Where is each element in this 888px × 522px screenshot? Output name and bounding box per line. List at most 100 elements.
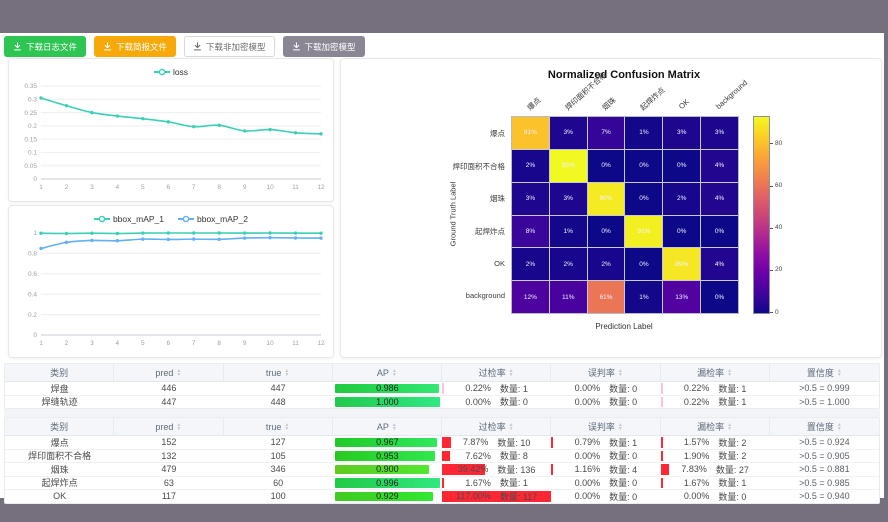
legend-line-icon: [178, 215, 194, 223]
over-rate-cell: 7.62%数量: 8: [442, 450, 551, 464]
ap-bar-wrap: 0.967: [335, 438, 440, 448]
svg-text:0.15: 0.15: [24, 136, 37, 143]
ap-value: 1.000: [335, 397, 440, 407]
column-header-漏检率[interactable]: 漏检率▲▼: [661, 364, 770, 382]
loss-chart-legend: loss: [9, 59, 333, 79]
matrix-col-label: background: [714, 78, 749, 111]
column-header-误判率[interactable]: 误判率▲▼: [551, 418, 660, 436]
column-header-label: 误判率: [588, 420, 615, 433]
column-header-AP[interactable]: AP▲▼: [333, 418, 442, 436]
rate-pct: 0.00%: [575, 383, 601, 393]
sort-icon: ▲▼: [837, 423, 842, 431]
misjudge-rate-cell: 1.16%数量: 4: [551, 463, 660, 477]
ap-cell: 0.967: [333, 436, 442, 450]
ap-bar-wrap: 0.953: [335, 451, 440, 461]
button-label: 下载加密模型: [305, 41, 356, 53]
matrix-row-label: 起焊炸点: [341, 226, 505, 237]
download-icon: [292, 42, 301, 51]
pred-cell: 117: [114, 490, 223, 503]
download-icon: [13, 42, 22, 51]
rate-text: 0.22%数量: 1: [465, 382, 528, 395]
column-header-过检率[interactable]: 过检率▲▼: [442, 418, 551, 436]
sort-icon: ▲▼: [509, 369, 514, 377]
matrix-cell: 3%: [701, 117, 738, 149]
matrix-col-label: 起焊炸点: [637, 85, 667, 113]
true-cell: 447: [224, 382, 333, 396]
column-header-true[interactable]: true▲▼: [224, 418, 333, 436]
rate-count: 数量: 0: [500, 396, 528, 409]
column-header-label: 误判率: [588, 366, 615, 379]
ap-bar-wrap: 0.986: [335, 384, 440, 394]
dashboard-page: 下载日志文件下载简报文件下载非加密模型下载加密模型 loss00.050.10.…: [0, 33, 884, 498]
legend-item-bbox_mAP_1[interactable]: bbox_mAP_1: [94, 214, 164, 224]
column-header-置信度[interactable]: 置信度▲▼: [770, 418, 879, 436]
miss-rate-cell: 1.67%数量: 1: [661, 477, 770, 491]
column-header-pred[interactable]: pred▲▼: [114, 364, 223, 382]
svg-text:8: 8: [217, 340, 221, 347]
table-header-row: 类别pred▲▼true▲▼AP▲▼过检率▲▼误判率▲▼漏检率▲▼置信度▲▼: [5, 364, 879, 382]
svg-text:8: 8: [217, 184, 221, 191]
true-cell: 127: [224, 436, 333, 450]
column-header-误判率[interactable]: 误判率▲▼: [551, 364, 660, 382]
legend-item-loss[interactable]: loss: [154, 67, 188, 77]
rate-pct: 0.00%: [465, 397, 491, 407]
rate-pct: 0.79%: [575, 437, 601, 447]
rate-text: 7.62%数量: 8: [465, 450, 528, 463]
rate-count: 数量: 117: [500, 490, 537, 503]
button-label: 下载简报文件: [116, 41, 167, 53]
over-rate-cell: 39.42%数量: 136: [442, 463, 551, 477]
ap-value: 0.967: [335, 438, 440, 448]
button-label: 下载日志文件: [26, 41, 77, 53]
column-header-pred[interactable]: pred▲▼: [114, 418, 223, 436]
legend-line-icon: [94, 215, 110, 223]
miss-rate-cell: 0.00%数量: 0: [661, 490, 770, 503]
svg-text:0.1: 0.1: [28, 150, 37, 157]
matrix-row-label: background: [341, 291, 505, 300]
legend-item-bbox_mAP_2[interactable]: bbox_mAP_2: [178, 214, 248, 224]
svg-text:0: 0: [33, 332, 37, 339]
over-rate-cell: 7.87%数量: 10: [442, 436, 551, 450]
rate-pct: 39.42%: [458, 464, 489, 474]
sort-icon: ▲▼: [727, 423, 732, 431]
class-name-cell: 焊缝轨迹: [5, 396, 114, 409]
table-row: 焊盘4464470.9860.22%数量: 10.00%数量: 00.22%数量…: [5, 382, 879, 396]
column-header-label: 置信度: [807, 366, 834, 379]
matrix-cell: 3%: [550, 117, 587, 149]
matrix-cell: 0%: [625, 150, 662, 182]
column-header-漏检率[interactable]: 漏检率▲▼: [661, 418, 770, 436]
svg-text:5: 5: [141, 340, 145, 347]
svg-text:3: 3: [90, 340, 94, 347]
column-header-true[interactable]: true▲▼: [224, 364, 333, 382]
download-report-button[interactable]: 下载简报文件: [94, 36, 176, 57]
browser-chrome: 下载日志文件下载简报文件下载非加密模型下载加密模型 loss00.050.10.…: [0, 0, 888, 522]
colorbar-tick: [770, 270, 773, 271]
true-cell: 100: [224, 490, 333, 503]
colorbar-tick: [770, 143, 773, 144]
rate-pct: 1.67%: [684, 478, 710, 488]
rate-pct: 1.67%: [465, 478, 491, 488]
download-log-button[interactable]: 下载日志文件: [4, 36, 86, 57]
colorbar-tick: [770, 228, 773, 229]
matrix-col-label: 烟珠: [600, 95, 619, 113]
matrix-cell: 4%: [701, 183, 738, 215]
rate-text: 7.83%数量: 27: [681, 463, 749, 476]
confidence-cell: >0.5 = 0.999: [770, 382, 879, 396]
column-header-过检率[interactable]: 过检率▲▼: [442, 364, 551, 382]
ap-cell: 0.953: [333, 450, 442, 464]
download-plain-model-button[interactable]: 下载非加密模型: [184, 36, 275, 57]
bbox-map-chart-card: bbox_mAP_1bbox_mAP_200.20.40.60.81123456…: [8, 205, 334, 358]
download-enc-model-button[interactable]: 下载加密模型: [283, 36, 365, 57]
ap-cell: 0.929: [333, 490, 442, 503]
svg-text:7: 7: [192, 340, 196, 347]
ap-bar-wrap: 1.000: [335, 397, 440, 407]
true-cell: 105: [224, 450, 333, 464]
svg-text:11: 11: [292, 184, 299, 191]
ap-cell: 0.986: [333, 382, 442, 396]
column-header-label: AP: [377, 368, 389, 378]
svg-text:12: 12: [317, 340, 325, 347]
column-header-置信度[interactable]: 置信度▲▼: [770, 364, 879, 382]
matrix-cell: 8%: [512, 216, 549, 248]
rate-count: 数量: 8: [500, 450, 528, 463]
rate-pct: 7.83%: [681, 464, 707, 474]
column-header-AP[interactable]: AP▲▼: [333, 364, 442, 382]
